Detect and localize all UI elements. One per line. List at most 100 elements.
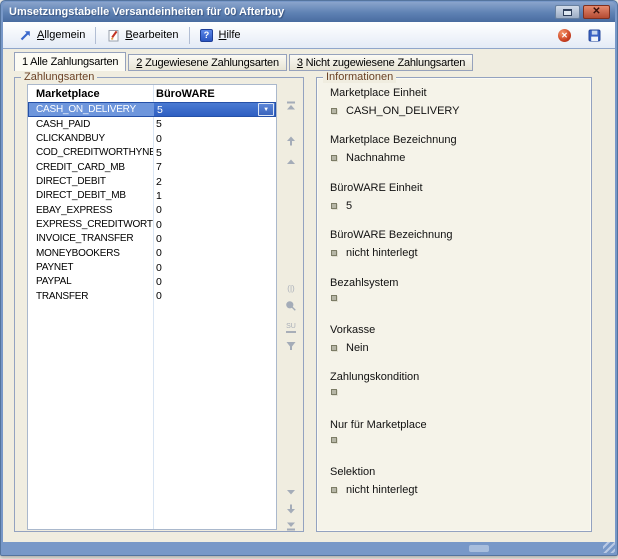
info-item: Nur für Marketplace <box>330 419 583 461</box>
cell-marketplace: PAYPAL <box>28 275 153 289</box>
info-item-value: nicht hinterlegt <box>346 484 418 496</box>
cell-bueroware: 5 <box>153 147 162 159</box>
sum-icon[interactable]: SU <box>285 322 297 334</box>
scroll-down-icon[interactable] <box>285 486 297 498</box>
cell-marketplace: DIRECT_DEBIT_MB <box>28 189 153 203</box>
restore-button[interactable] <box>555 5 580 19</box>
search-icon[interactable] <box>285 300 297 312</box>
save-button[interactable] <box>585 26 603 44</box>
bullet-icon <box>331 295 337 301</box>
cell-bueroware: 0 <box>153 290 162 302</box>
cell-marketplace: TRANSFER <box>28 289 153 303</box>
window-titlebar: Umsetzungstabelle Versandeinheiten für 0… <box>3 2 615 22</box>
table-nav-strip: (|) SU <box>282 78 300 531</box>
tab-bar: 1 Alle Zahlungsarten2 Zugewiesene Zahlun… <box>14 52 475 71</box>
toolbar-separator <box>95 27 96 44</box>
table-row[interactable]: EBAY_EXPRESS 0 <box>28 203 276 217</box>
bullet-icon <box>331 437 337 443</box>
arrow-up-right-icon <box>18 28 32 42</box>
toolbar-button-hilfe[interactable]: ?Hilfe <box>195 26 246 44</box>
scroll-to-top-icon[interactable] <box>285 100 297 112</box>
table-row[interactable]: CASH_ON_DELIVERY 5 ▼ <box>28 102 276 117</box>
bottom-border-thumb[interactable] <box>469 545 489 552</box>
info-item: Marketplace Bezeichnung Nachnahme <box>330 134 583 176</box>
cell-marketplace: DIRECT_DEBIT <box>28 174 153 188</box>
info-item-value: 5 <box>346 200 352 212</box>
cell-bueroware: 1 <box>153 190 162 202</box>
close-button[interactable]: ✕ <box>583 5 610 19</box>
zahlungsarten-group: Zahlungsarten MarketplaceBüroWARE CASH_O… <box>14 77 304 532</box>
info-item-label: Zahlungskondition <box>330 371 583 383</box>
bullet-icon <box>331 203 337 209</box>
info-item-label: Vorkasse <box>330 324 583 336</box>
info-item: Vorkasse Nein <box>330 324 583 366</box>
cell-marketplace: INVOICE_TRANSFER <box>28 232 153 246</box>
table-row[interactable]: PAYPAL 0 <box>28 275 276 289</box>
cell-bueroware: 0 <box>153 262 162 274</box>
cell-bueroware: 0 <box>153 204 162 216</box>
cell-marketplace: EBAY_EXPRESS <box>28 203 153 217</box>
table-row[interactable]: EXPRESS_CREDITWORTHINESS 0 <box>28 217 276 231</box>
bullet-icon <box>331 250 337 256</box>
info-item-value: Nein <box>346 342 369 354</box>
informationen-group: Informationen Marketplace Einheit CASH_O… <box>316 77 592 532</box>
table-row[interactable]: INVOICE_TRANSFER 0 <box>28 232 276 246</box>
info-item-label: BüroWARE Bezeichnung <box>330 229 583 241</box>
bullet-icon <box>331 345 337 351</box>
info-item: BüroWARE Bezeichnung nicht hinterlegt <box>330 229 583 271</box>
column-header-bueroware[interactable]: BüroWARE <box>153 88 215 100</box>
dropdown-arrow-icon: ▼ <box>263 107 269 113</box>
cell-bueroware: 0 <box>153 133 162 145</box>
filter-icon[interactable] <box>285 340 297 352</box>
cell-marketplace: EXPRESS_CREDITWORTHINESS <box>28 217 153 231</box>
info-item-label: Nur für Marketplace <box>330 419 583 431</box>
cell-marketplace: CREDIT_CARD_MB <box>28 160 153 174</box>
scroll-to-bottom-icon[interactable] <box>285 520 297 532</box>
table-row[interactable]: MONEYBOOKERS 0 <box>28 246 276 260</box>
bueroware-dropdown-button[interactable]: ▼ <box>258 103 274 116</box>
info-item: Marketplace Einheit CASH_ON_DELIVERY <box>330 87 583 129</box>
position-icon[interactable]: (|) <box>285 283 297 295</box>
table-row[interactable]: DIRECT_DEBIT 2 <box>28 174 276 188</box>
table-header: MarketplaceBüroWARE <box>28 85 276 102</box>
cell-marketplace: MONEYBOOKERS <box>28 246 153 260</box>
informationen-group-label: Informationen <box>323 71 396 83</box>
cell-bueroware: 7 <box>153 161 162 173</box>
cell-bueroware: 5 <box>154 104 163 116</box>
column-header-marketplace[interactable]: Marketplace <box>28 88 153 100</box>
info-item-value: Nachnahme <box>346 152 405 164</box>
scroll-up-icon[interactable] <box>285 156 297 168</box>
info-item-label: Selektion <box>330 466 583 478</box>
cancel-button[interactable]: ✕ <box>556 27 573 44</box>
cell-marketplace: CLICKANDBUY <box>28 131 153 145</box>
restore-icon <box>563 9 572 16</box>
tab-nicht-zugewiesene-zahlungsarten[interactable]: 3 Nicht zugewiesene Zahlungsarten <box>289 54 473 71</box>
edit-icon <box>106 28 120 42</box>
info-item-label: Marketplace Einheit <box>330 87 583 99</box>
tab-zugewiesene-zahlungsarten[interactable]: 2 Zugewiesene Zahlungsarten <box>128 54 287 71</box>
cell-marketplace: CASH_PAID <box>28 117 153 131</box>
table-row[interactable]: CREDIT_CARD_MB 7 <box>28 160 276 174</box>
window-title: Umsetzungstabelle Versandeinheiten für 0… <box>3 6 555 18</box>
cell-marketplace: COD_CREDITWORTHYNESS <box>28 146 153 160</box>
table-row[interactable]: CLICKANDBUY 0 <box>28 131 276 145</box>
app-window: Umsetzungstabelle Versandeinheiten für 0… <box>0 0 618 556</box>
toolbar: Allgemein Bearbeiten ?Hilfe ✕ <box>3 22 615 49</box>
info-item: BüroWARE Einheit 5 <box>330 182 583 224</box>
table-row[interactable]: CASH_PAID 5 <box>28 117 276 131</box>
scroll-page-up-icon[interactable] <box>285 135 297 147</box>
info-item-label: BüroWARE Einheit <box>330 182 583 194</box>
table-row[interactable]: DIRECT_DEBIT_MB 1 <box>28 189 276 203</box>
resize-grip[interactable] <box>603 542 615 553</box>
table-row[interactable]: TRANSFER 0 <box>28 289 276 303</box>
cell-bueroware: 0 <box>153 219 162 231</box>
cell-marketplace: CASH_ON_DELIVERY <box>29 103 154 116</box>
toolbar-button-bearbeiten[interactable]: Bearbeiten <box>101 26 183 44</box>
tab-alle-zahlungsarten[interactable]: 1 Alle Zahlungsarten <box>14 52 126 71</box>
bullet-icon <box>331 108 337 114</box>
table-row[interactable]: PAYNET 0 <box>28 260 276 274</box>
help-icon: ? <box>200 28 214 42</box>
toolbar-button-allgemein[interactable]: Allgemein <box>13 26 90 44</box>
scroll-page-down-icon[interactable] <box>285 503 297 515</box>
table-row[interactable]: COD_CREDITWORTHYNESS 5 <box>28 146 276 160</box>
